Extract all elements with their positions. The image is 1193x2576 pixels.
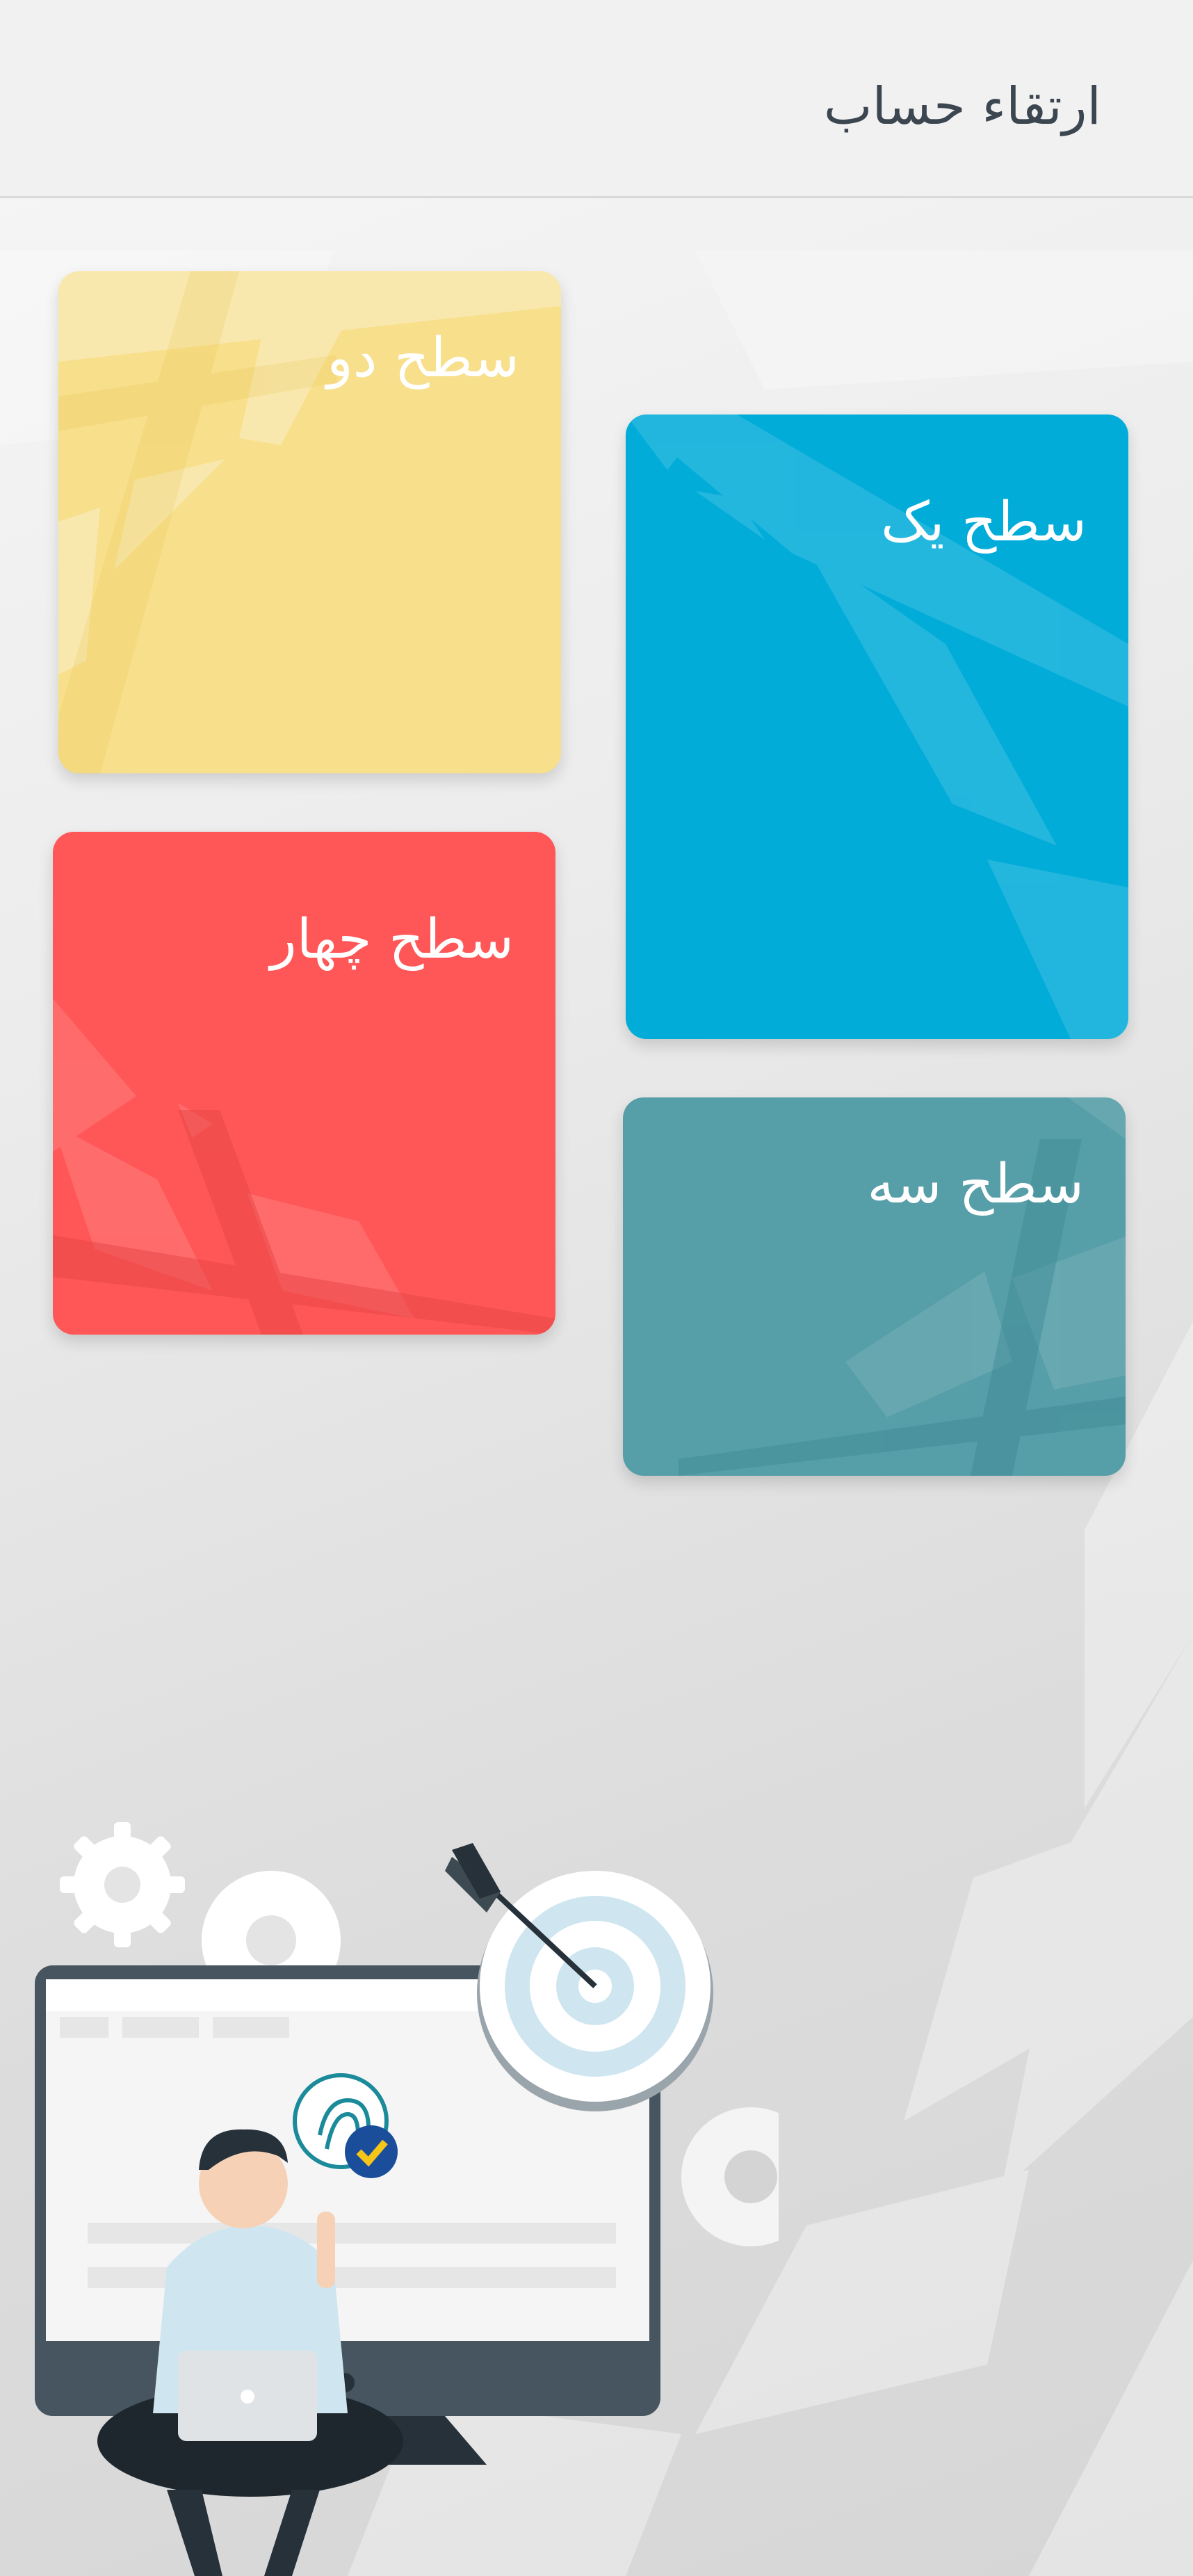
person-with-laptop-illustration [35,1822,779,2576]
level-two-card[interactable]: سطح دو [58,271,561,773]
level-three-label: سطح سه [867,1153,1084,1216]
app-header: ارتقاء حساب [0,0,1193,198]
level-one-card[interactable]: سطح یک [626,414,1128,1039]
level-two-label: سطح دو [327,327,519,389]
gear-icon [681,2107,779,2246]
card-pattern [53,999,555,1335]
level-three-card[interactable]: سطح سه [623,1097,1126,1476]
level-four-card[interactable]: سطح چهار [53,832,555,1335]
page-title: ارتقاء حساب [823,77,1101,136]
level-one-label: سطح یک [880,491,1087,554]
gear-icon [60,1822,185,1947]
level-four-label: سطح چهار [270,908,514,971]
